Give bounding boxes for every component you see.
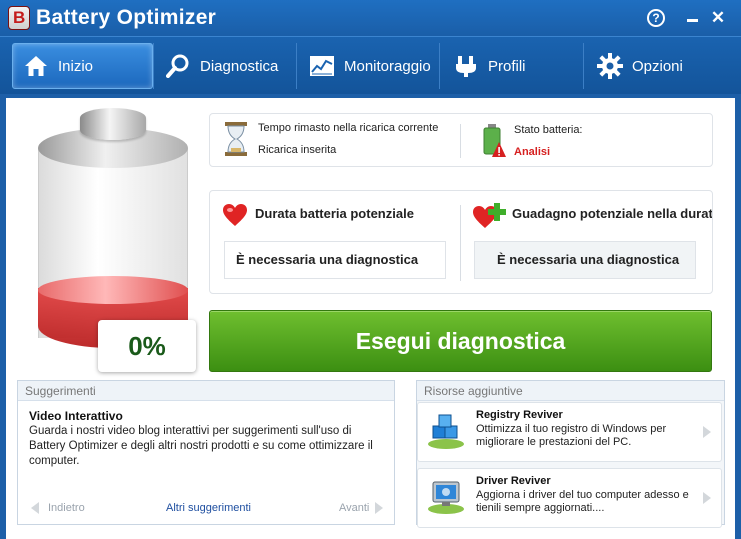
more-suggestions-link[interactable]: Altri suggerimenti — [166, 502, 251, 514]
help-button[interactable]: ? — [647, 9, 665, 27]
status-panel: Tempo rimasto nella ricarica corrente Ri… — [209, 113, 713, 167]
registry-cubes-icon — [427, 414, 465, 455]
hourglass-icon — [224, 122, 248, 161]
chart-icon — [309, 53, 335, 79]
main-content: 0% Tempo rimasto nella ricarica corrente… — [6, 98, 735, 539]
title-bar: B Battery Optimizer ? ✕ — [0, 0, 741, 36]
tab-profili[interactable]: Profili — [453, 43, 526, 89]
suggestions-header: Suggerimenti — [18, 381, 394, 401]
prev-suggestion-link[interactable]: Indietro — [48, 502, 85, 514]
magnifier-icon — [165, 53, 191, 79]
duration-title: Durata batteria potenziale — [255, 206, 414, 221]
tab-inizio[interactable]: Inizio — [12, 43, 153, 89]
gain-value: È necessaria una diagnostica — [474, 241, 696, 279]
suggestion-body: Guarda i nostri video blog interattivi p… — [29, 425, 373, 467]
heart-icon — [222, 203, 248, 232]
open-arrow-icon — [703, 426, 711, 438]
home-icon — [23, 53, 49, 79]
suggestions-panel: Suggerimenti Video Interattivo Guarda i … — [17, 380, 395, 525]
plug-icon — [453, 53, 479, 79]
tab-opzioni[interactable]: Opzioni — [597, 43, 683, 89]
prev-arrow-icon[interactable] — [31, 502, 39, 514]
heart-plus-icon — [472, 201, 508, 234]
app-logo-icon: B — [8, 6, 30, 30]
next-arrow-icon[interactable] — [375, 502, 383, 514]
app-title: Battery Optimizer — [36, 6, 217, 29]
resources-header: Risorse aggiuntive — [417, 381, 724, 401]
driver-monitor-icon — [427, 479, 465, 520]
main-nav: Inizio Diagnostica Monitoraggio Profili … — [0, 36, 741, 94]
gain-title: Guadagno potenziale nella durat — [512, 206, 713, 221]
duration-value: È necessaria una diagnostica — [224, 241, 446, 279]
run-diagnostics-button[interactable]: Esegui diagnostica — [209, 310, 712, 372]
close-button[interactable]: ✕ — [708, 9, 728, 27]
battery-state-label: Stato batteria: — [514, 124, 583, 136]
resource-item-driver-reviver[interactable]: Driver Reviver Aggiorna i driver del tuo… — [417, 468, 722, 528]
charger-status-label: Ricarica inserita — [258, 144, 337, 156]
battery-graphic: 0% — [38, 108, 196, 372]
resource-item-registry-reviver[interactable]: Registry Reviver Ottimizza il tuo regist… — [417, 402, 722, 462]
gear-icon — [597, 53, 623, 79]
tab-monitoraggio[interactable]: Monitoraggio — [309, 43, 431, 89]
resources-panel: Risorse aggiuntive Registry Reviver Otti… — [416, 380, 725, 528]
potential-panel: Durata batteria potenziale È necessaria … — [209, 190, 713, 294]
battery-percent: 0% — [98, 320, 196, 372]
battery-state-value: Analisi — [514, 146, 551, 158]
suggestion-title: Video Interattivo — [29, 409, 123, 423]
open-arrow-icon — [703, 492, 711, 504]
minimize-button[interactable] — [683, 9, 703, 27]
battery-alert-icon — [482, 124, 508, 163]
time-remaining-label: Tempo rimasto nella ricarica corrente — [258, 122, 439, 134]
tab-diagnostica[interactable]: Diagnostica — [165, 43, 278, 89]
next-suggestion-link[interactable]: Avanti — [339, 502, 369, 514]
